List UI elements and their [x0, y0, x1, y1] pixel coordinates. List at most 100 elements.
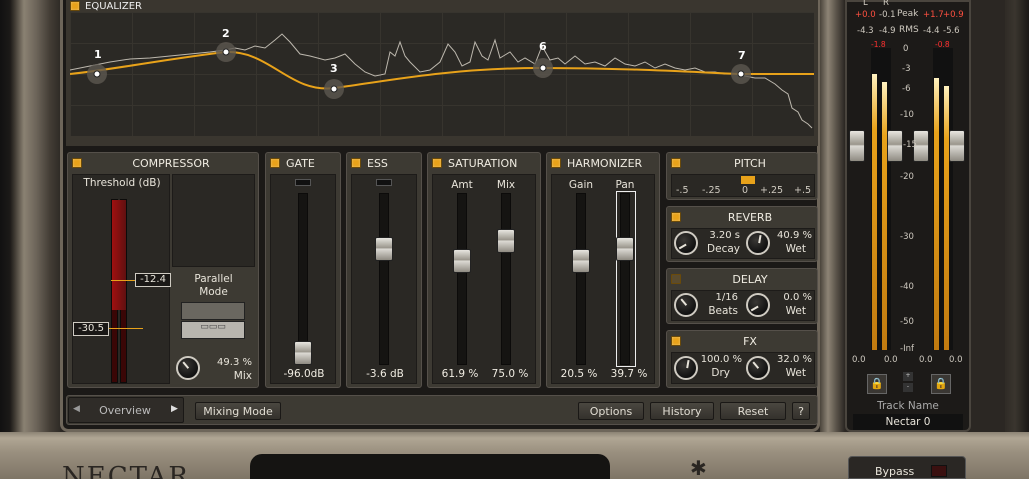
threshold-right-value[interactable]: -12.4 [135, 273, 171, 287]
harmonizer-pan-fader[interactable] [616, 237, 634, 261]
reverb-module: REVERB 3.20 s Decay 40.9 % Wet [666, 206, 818, 262]
overview-nav: ◀ Overview ▶ [68, 397, 184, 423]
gate-module: GATE -96.0dB [265, 152, 341, 388]
output-gain-fader-r[interactable] [949, 130, 965, 162]
fx-wet-knob[interactable] [746, 356, 770, 380]
saturation-enable-led[interactable] [432, 158, 442, 168]
scale-50: -50 [900, 317, 914, 327]
scale-3: -3 [902, 64, 911, 74]
parallel-label-1: Parallel [194, 273, 233, 285]
delay-wet-label: Wet [785, 305, 806, 317]
delay-wet-knob[interactable] [746, 293, 770, 317]
saturation-amt-fader[interactable] [453, 249, 471, 273]
meter-l-label: L [863, 0, 868, 8]
overview-label[interactable]: Overview [89, 404, 161, 417]
parallel-mode-button-top[interactable] [181, 302, 245, 320]
delay-beats-knob[interactable] [674, 293, 698, 317]
eq-node-label-1: 1 [94, 48, 102, 61]
ess-indicator [376, 179, 392, 186]
eq-spectrum-line [70, 33, 813, 129]
reverb-enable-led[interactable] [671, 212, 681, 222]
overview-prev-icon[interactable]: ◀ [73, 404, 80, 414]
track-name-field[interactable]: Nectar 0 [853, 414, 963, 430]
threshold-meter-fill [112, 200, 126, 310]
parallel-mode-button-bottom[interactable]: ▭▭▭ [181, 321, 245, 339]
fx-dry-knob[interactable] [674, 356, 698, 380]
equalizer-graph[interactable]: 1 2 3 6 7 [70, 12, 814, 136]
harmonizer-enable-led[interactable] [551, 158, 561, 168]
scale-0: 0 [903, 44, 909, 54]
fx-module: FX 100.0 % Dry 32.0 % Wet [666, 330, 818, 388]
fx-title: FX [743, 334, 757, 348]
gain-down-icon[interactable]: - [903, 383, 913, 392]
compressor-enable-led[interactable] [72, 158, 82, 168]
reverb-controls: 3.20 s Decay 40.9 % Wet [671, 228, 815, 259]
threshold-area[interactable]: Threshold (dB) -12.4 -30.5 [72, 174, 171, 384]
pitch-scale-5: +.5 [794, 185, 812, 196]
delay-enable-led[interactable] [671, 274, 681, 284]
reverb-title: REVERB [727, 210, 773, 224]
saturation-amt-track [457, 193, 467, 365]
input-gain-fader-r[interactable] [887, 130, 903, 162]
bypass-button[interactable]: Bypass [848, 456, 966, 479]
saturation-amt-value: 61.9 % [441, 368, 479, 380]
bypass-led-icon [931, 465, 947, 477]
gate-value: -96.0dB [283, 368, 325, 380]
gate-enable-led[interactable] [270, 158, 280, 168]
pitch-slider-handle[interactable] [741, 176, 755, 184]
compressor-mix-knob[interactable] [176, 356, 200, 380]
pitch-enable-led[interactable] [671, 158, 681, 168]
meter-r-label: R [883, 0, 889, 8]
output-meter-r-fill [944, 86, 949, 350]
fx-controls: 100.0 % Dry 32.0 % Wet [671, 352, 815, 384]
scale-inf: -Inf [900, 344, 914, 354]
saturation-mix-fader[interactable] [497, 229, 515, 253]
help-button[interactable]: ? [792, 402, 810, 420]
harmonizer-pan-track [620, 193, 630, 365]
reverb-decay-knob[interactable] [674, 231, 698, 255]
parallel-label-2: Mode [199, 286, 228, 298]
reverb-header: REVERB [671, 210, 813, 224]
rms-l-out: -4.4 [923, 26, 940, 36]
eq-node-label-2: 2 [222, 27, 230, 40]
equalizer-enable-led[interactable] [70, 1, 80, 11]
pitch-slider[interactable]: -.5 -.25 0 +.25 +.5 [671, 174, 815, 197]
parallel-mode-section: Parallel Mode ▭▭▭ 49.3 % Mix [172, 269, 255, 385]
history-button[interactable]: History [650, 402, 714, 420]
middle-frame [820, 0, 845, 479]
options-button[interactable]: Options [578, 402, 644, 420]
input-gain-fader-l[interactable] [849, 130, 865, 162]
reset-button[interactable]: Reset [720, 402, 786, 420]
saturation-mix-track [501, 193, 511, 365]
eq-node-label-6: 6 [539, 40, 547, 53]
fx-wet-value: 32.0 % [777, 354, 812, 365]
fx-dry-value: 100.0 % [700, 354, 742, 365]
saturation-fader-area: Amt Mix 61.9 % 75.0 % [432, 174, 536, 384]
reverb-wet-knob[interactable] [746, 231, 770, 255]
input-link-lock-icon[interactable]: 🔒 [867, 374, 887, 394]
reverb-wet-label: Wet [785, 243, 806, 255]
fx-enable-led[interactable] [671, 336, 681, 346]
gain-up-icon[interactable]: + [903, 372, 913, 381]
rms-l-in: -4.3 [857, 26, 874, 36]
gate-indicator [295, 179, 311, 186]
output-link-lock-icon[interactable]: 🔒 [931, 374, 951, 394]
harmonizer-gain-fader[interactable] [572, 249, 590, 273]
scale-15: -15 [903, 140, 917, 150]
harmonizer-pan-label: Pan [615, 179, 635, 191]
ess-header: ESS [351, 156, 417, 170]
mixing-mode-button[interactable]: Mixing Mode [195, 402, 281, 420]
pitch-module: PITCH -.5 -.25 0 +.25 +.5 [666, 152, 818, 200]
left-frame [0, 0, 60, 479]
ess-fader[interactable] [375, 237, 393, 261]
overview-next-icon[interactable]: ▶ [171, 404, 178, 414]
threshold-left-value[interactable]: -30.5 [73, 322, 109, 336]
pitch-title: PITCH [734, 156, 766, 170]
peak-r-out: +0.9 [943, 10, 964, 20]
ess-enable-led[interactable] [351, 158, 361, 168]
compressor-header: COMPRESSOR [72, 156, 254, 170]
input-meter-r-fill [882, 82, 887, 350]
ess-value: -3.6 dB [366, 368, 404, 380]
compressor-mix-label: Mix [233, 370, 252, 382]
gate-fader[interactable] [294, 341, 312, 365]
